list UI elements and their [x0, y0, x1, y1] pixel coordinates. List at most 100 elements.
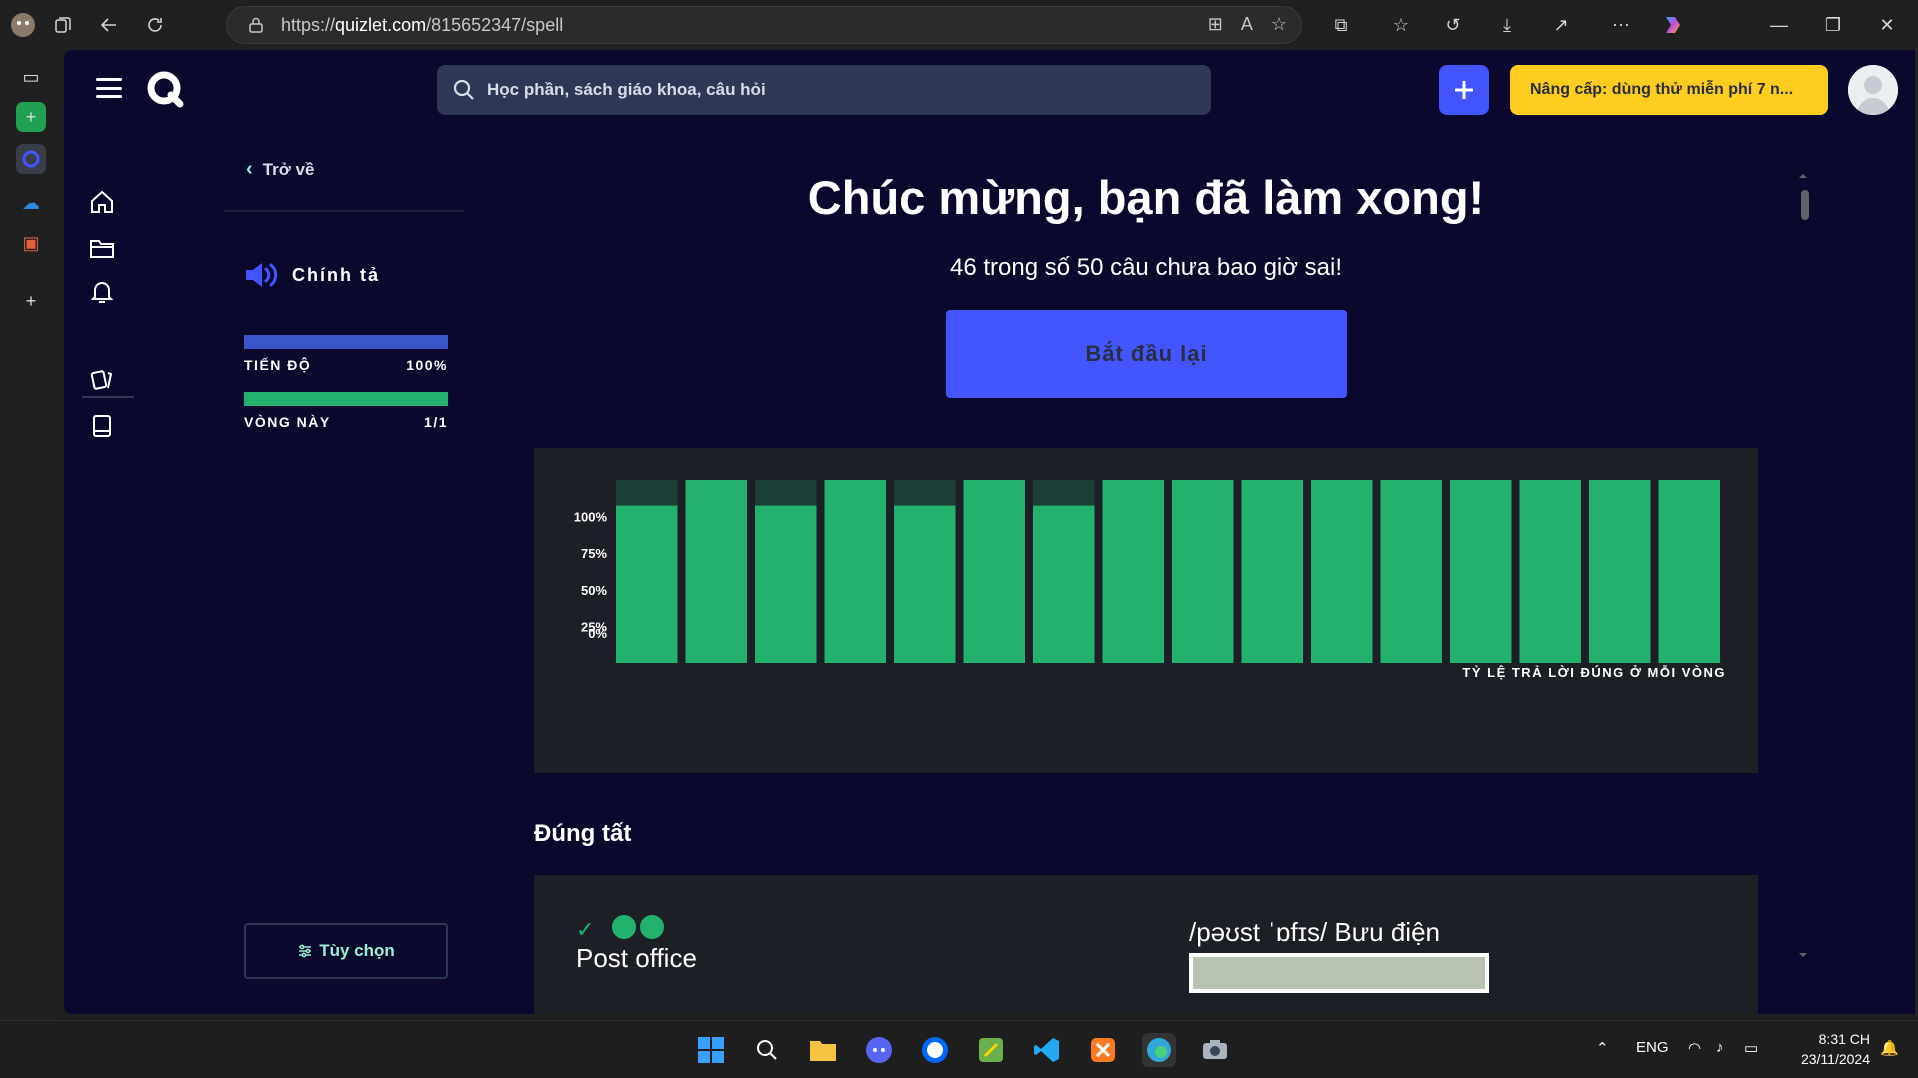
study-panel: ‹ Trở về Chính tả TIẾN ĐỘ 100% VÒNG NÀY 1/…: [224, 130, 464, 1014]
favorites-icon[interactable]: ☆: [1386, 10, 1416, 40]
workspaces-icon[interactable]: [48, 10, 78, 40]
language-indicator[interactable]: ENG: [1636, 1039, 1669, 1056]
quizlet-tab-icon[interactable]: [16, 144, 46, 174]
extensions-icon[interactable]: ⧉: [1326, 10, 1356, 40]
sheets-tab-icon[interactable]: +: [16, 102, 46, 132]
term-text: Post office: [576, 943, 697, 973]
vscode-icon[interactable]: [1030, 1033, 1064, 1067]
tray-chevron-up-icon[interactable]: ⌃: [1596, 1039, 1609, 1057]
chart-bar: [755, 505, 817, 663]
search-bar[interactable]: [437, 65, 1211, 115]
flashcards-icon[interactable]: [88, 366, 116, 394]
avatar[interactable]: [1848, 65, 1898, 115]
notification-bell-icon[interactable]: [88, 278, 116, 306]
y-tick-label: 100%: [574, 510, 608, 525]
battery-icon[interactable]: ▭: [1744, 1039, 1758, 1057]
chart-bar: [1241, 480, 1303, 663]
scroll-down-icon[interactable]: [1798, 950, 1808, 960]
scroll-up-icon[interactable]: [1798, 171, 1808, 181]
chart-bar: [824, 480, 886, 663]
mode-label: Chính tả: [292, 264, 380, 285]
chart-bar: [1450, 480, 1512, 663]
quizlet-logo-icon[interactable]: [144, 68, 186, 110]
share-icon[interactable]: ↗: [1546, 10, 1576, 40]
clock-time: 8:31 CH: [1818, 1031, 1870, 1047]
copilot-icon[interactable]: [1658, 10, 1688, 40]
read-aloud-icon[interactable]: A: [1241, 14, 1253, 35]
search-input[interactable]: [487, 80, 1187, 100]
windows-start-icon[interactable]: [694, 1033, 728, 1067]
history-icon[interactable]: ↺: [1438, 10, 1468, 40]
upgrade-button[interactable]: Nâng cấp: dùng thử miễn phí 7 n...: [1510, 65, 1828, 115]
textbook-icon[interactable]: [88, 412, 116, 440]
definition-image: [1189, 953, 1489, 993]
chart-bar: [1658, 480, 1720, 663]
progress-label: TIẾN ĐỘ: [244, 357, 312, 373]
correct-dot: [640, 915, 664, 939]
refresh-icon[interactable]: [140, 10, 170, 40]
more-menu-icon[interactable]: ⋯: [1606, 10, 1636, 40]
progress-bar-fill: [244, 335, 448, 349]
scrollbar[interactable]: [1798, 168, 1808, 988]
home-icon[interactable]: [88, 188, 116, 216]
chart-bar: [1589, 480, 1651, 663]
plus-icon: [1455, 81, 1473, 99]
clock-date: 23/11/2024: [1800, 1051, 1870, 1067]
folder-icon[interactable]: [88, 234, 116, 262]
chart-bar: [963, 480, 1025, 663]
xampp-icon[interactable]: [1086, 1033, 1120, 1067]
check-icon: ✓: [576, 917, 595, 942]
chart-bar: [1033, 505, 1095, 663]
search-icon: [453, 79, 474, 100]
address-bar[interactable]: https://quizlet.com/815652347/spell ⊞ A …: [226, 6, 1302, 44]
scrollbar-thumb[interactable]: [1801, 190, 1809, 220]
new-tab-icon[interactable]: +: [16, 286, 46, 316]
chart-bar: [1380, 480, 1442, 663]
download-icon[interactable]: ⤓: [1492, 10, 1522, 40]
wifi-icon[interactable]: ◠: [1688, 1039, 1701, 1057]
back-icon[interactable]: [94, 10, 124, 40]
taskbar-search-icon[interactable]: [750, 1033, 784, 1067]
panel-divider: [224, 210, 464, 212]
tab-actions-icon[interactable]: ▭: [16, 62, 46, 92]
discord-icon[interactable]: [862, 1033, 896, 1067]
minimize-icon[interactable]: —: [1764, 10, 1794, 40]
edge-browser-icon[interactable]: [1142, 1033, 1176, 1067]
zalo-icon[interactable]: [918, 1033, 952, 1067]
rail-divider: [82, 396, 134, 398]
options-button[interactable]: Tùy chọn: [244, 923, 448, 979]
create-button[interactable]: [1439, 65, 1489, 115]
profile-avatar-icon[interactable]: [8, 10, 38, 40]
back-label: Trở về: [262, 159, 315, 179]
speaker-icon: [246, 263, 278, 287]
left-rail: [64, 130, 174, 1014]
notification-center-icon[interactable]: 🔔: [1880, 1039, 1899, 1057]
paint-app-icon[interactable]: [974, 1033, 1008, 1067]
office-tab-icon[interactable]: ▣: [16, 228, 46, 258]
options-label: Tùy chọn: [319, 941, 395, 960]
close-window-icon[interactable]: ✕: [1872, 10, 1902, 40]
menu-icon[interactable]: [96, 78, 122, 98]
volume-icon[interactable]: ♪: [1716, 1039, 1724, 1056]
taskbar: ⌃ ENG ◠ ♪ ▭ 8:31 CH 23/11/2024 🔔: [0, 1020, 1918, 1078]
clock[interactable]: 8:31 CH 23/11/2024: [1801, 1029, 1870, 1069]
url-text: https://quizlet.com/815652347/spell: [281, 14, 564, 35]
y-tick-label: 0%: [588, 626, 607, 641]
round-bar-fill: [244, 392, 448, 406]
favorite-star-icon[interactable]: ☆: [1271, 14, 1287, 35]
restart-button[interactable]: Bắt đầu lại: [946, 310, 1347, 398]
restore-icon[interactable]: ❐: [1818, 10, 1848, 40]
chart-bar: [1172, 480, 1234, 663]
file-explorer-icon[interactable]: [806, 1033, 840, 1067]
onedrive-tab-icon[interactable]: ☁: [16, 188, 46, 218]
back-link[interactable]: ‹ Trở về: [246, 158, 314, 181]
y-tick-label: 50%: [581, 583, 607, 598]
round-bar-track: [244, 392, 448, 406]
results-main: Chúc mừng, bạn đã làm xong! 46 trong số …: [534, 130, 1758, 1014]
app-available-icon[interactable]: ⊞: [1208, 14, 1223, 35]
chart-bar: [685, 480, 747, 663]
definition-text: /pəʊst ˈɒfɪs/ Bưu điện: [1189, 917, 1440, 947]
camera-icon[interactable]: [1198, 1033, 1232, 1067]
round-value: 1/1: [424, 414, 448, 430]
chart-bar: [1519, 480, 1581, 663]
